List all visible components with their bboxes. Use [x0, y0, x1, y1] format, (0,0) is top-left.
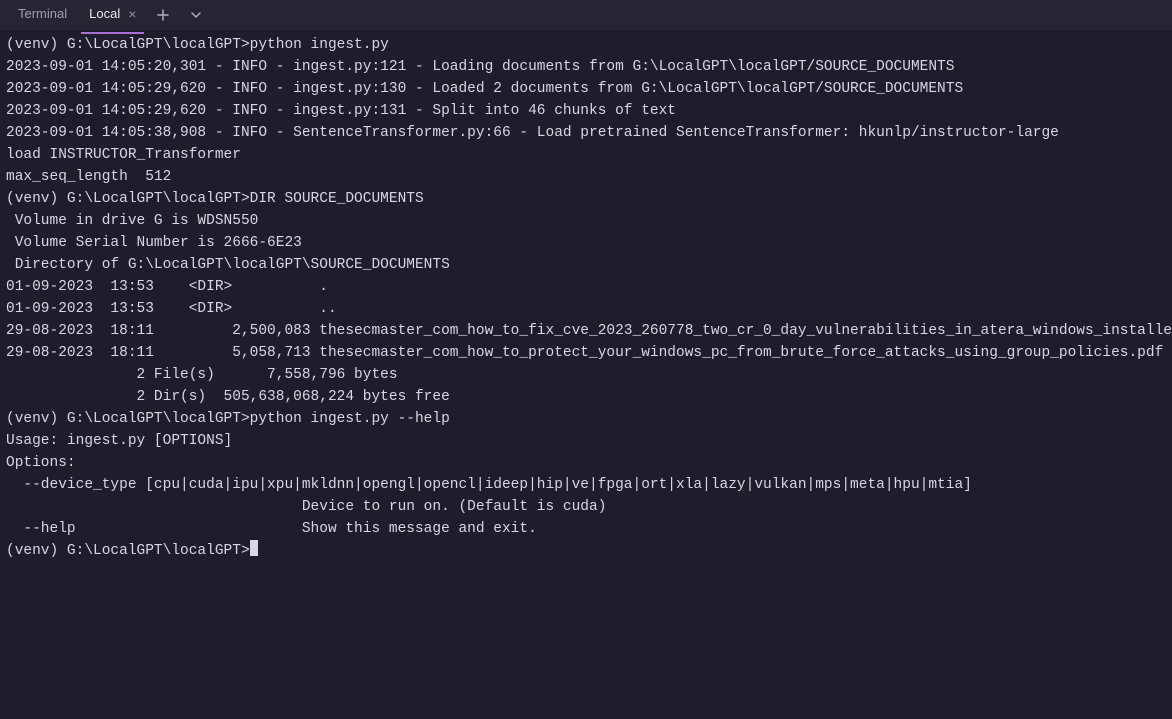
terminal-line: Directory of G:\LocalGPT\localGPT\SOURCE… — [6, 254, 1166, 276]
terminal-line: --help Show this message and exit. — [6, 518, 1166, 540]
terminal-line: (venv) G:\LocalGPT\localGPT> — [6, 540, 1166, 562]
close-icon[interactable]: × — [128, 7, 136, 21]
terminal-line: load INSTRUCTOR_Transformer — [6, 144, 1166, 166]
terminal-line: 01-09-2023 13:53 <DIR> .. — [6, 298, 1166, 320]
terminal-line: (venv) G:\LocalGPT\localGPT>python inges… — [6, 408, 1166, 430]
cursor — [250, 540, 258, 556]
terminal-line: 2023-09-01 14:05:20,301 - INFO - ingest.… — [6, 56, 1166, 78]
terminal-line: Volume in drive G is WDSN550 — [6, 210, 1166, 232]
chevron-down-icon — [190, 9, 202, 21]
terminal-line: --device_type [cpu|cuda|ipu|xpu|mkldnn|o… — [6, 474, 1166, 496]
terminal-line: 2 File(s) 7,558,796 bytes — [6, 364, 1166, 386]
new-tab-button[interactable] — [148, 4, 178, 26]
tab-section-label: Terminal — [8, 0, 77, 33]
terminal-line: Usage: ingest.py [OPTIONS] — [6, 430, 1166, 452]
terminal-output[interactable]: (venv) G:\LocalGPT\localGPT>python inges… — [0, 30, 1172, 568]
terminal-line: 2 Dir(s) 505,638,068,224 bytes free — [6, 386, 1166, 408]
tab-dropdown-button[interactable] — [182, 5, 210, 25]
tab-label: Local — [89, 3, 120, 25]
terminal-line: 2023-09-01 14:05:29,620 - INFO - ingest.… — [6, 100, 1166, 122]
terminal-line: 01-09-2023 13:53 <DIR> . — [6, 276, 1166, 298]
terminal-line: 2023-09-01 14:05:38,908 - INFO - Sentenc… — [6, 122, 1166, 144]
terminal-line: 29-08-2023 18:11 5,058,713 thesecmaster_… — [6, 342, 1166, 364]
terminal-line: 2023-09-01 14:05:29,620 - INFO - ingest.… — [6, 78, 1166, 100]
tab-bar: Terminal Local × — [0, 0, 1172, 30]
terminal-line: (venv) G:\LocalGPT\localGPT>python inges… — [6, 34, 1166, 56]
tab-local[interactable]: Local × — [81, 0, 144, 33]
terminal-line: (venv) G:\LocalGPT\localGPT>DIR SOURCE_D… — [6, 188, 1166, 210]
terminal-line: Device to run on. (Default is cuda) — [6, 496, 1166, 518]
terminal-line: Volume Serial Number is 2666-6E23 — [6, 232, 1166, 254]
plus-icon — [156, 8, 170, 22]
terminal-line: 29-08-2023 18:11 2,500,083 thesecmaster_… — [6, 320, 1166, 342]
terminal-line: max_seq_length 512 — [6, 166, 1166, 188]
terminal-line: Options: — [6, 452, 1166, 474]
